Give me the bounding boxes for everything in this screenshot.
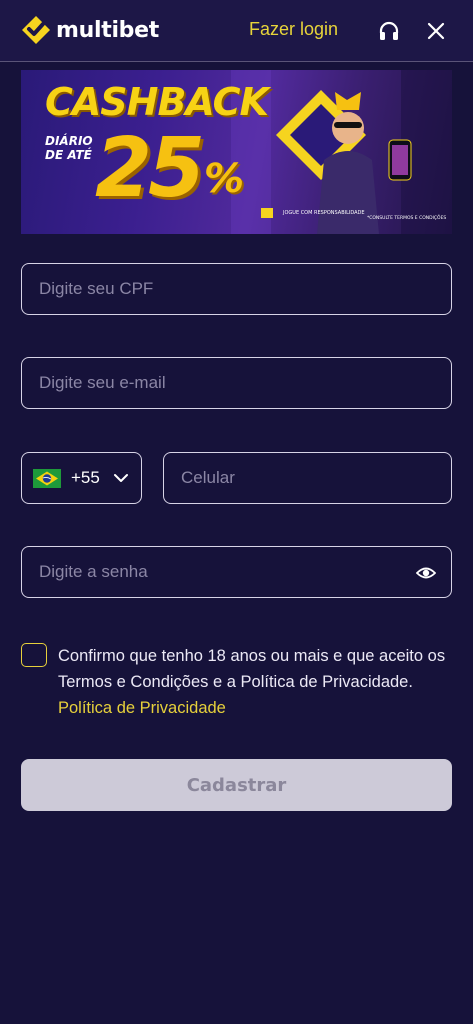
logo-text: multibet bbox=[56, 17, 159, 43]
login-link[interactable]: Fazer login bbox=[249, 19, 338, 40]
banner-responsibility-note: JOGUE COM RESPONSABILIDADE bbox=[283, 210, 365, 216]
phone-field[interactable] bbox=[163, 452, 452, 504]
register-button[interactable]: Cadastrar bbox=[21, 759, 452, 811]
logo-icon bbox=[22, 16, 50, 44]
top-bar: multibet Fazer login bbox=[0, 0, 473, 62]
cpf-input[interactable] bbox=[22, 264, 451, 314]
email-field[interactable] bbox=[21, 357, 452, 409]
country-code-select[interactable]: +55 bbox=[21, 452, 142, 504]
chevron-down-icon bbox=[113, 474, 128, 482]
cpf-field[interactable] bbox=[21, 263, 452, 315]
promo-banner[interactable]: CASHBACK DIÁRIO DE ATÉ 25 % JOGUE COM RE… bbox=[21, 70, 452, 234]
consent-text: Confirmo que tenho 18 anos ou mais e que… bbox=[58, 643, 458, 721]
banner-percent: 25 bbox=[95, 121, 205, 216]
brazil-flag-icon bbox=[33, 468, 61, 488]
brand-logo[interactable]: multibet bbox=[20, 14, 159, 46]
banner-headline: CASHBACK bbox=[45, 80, 269, 124]
privacy-policy-link[interactable]: Política de Privacidade bbox=[58, 699, 226, 717]
password-field[interactable] bbox=[21, 546, 452, 598]
banner-percent-sign: % bbox=[204, 156, 245, 202]
headset-icon[interactable] bbox=[377, 19, 401, 43]
eye-icon[interactable] bbox=[416, 563, 436, 583]
banner-terms-note: *CONSULTE TERMOS E CONDIÇÕES bbox=[367, 216, 447, 221]
phone-input[interactable] bbox=[164, 453, 451, 503]
password-input[interactable] bbox=[22, 547, 451, 597]
country-code-value: +55 bbox=[71, 468, 100, 487]
age-terms-checkbox[interactable] bbox=[21, 643, 47, 667]
consent-statement: Confirmo que tenho 18 anos ou mais e que… bbox=[58, 647, 446, 691]
banner-subline: DIÁRIO DE ATÉ bbox=[45, 134, 93, 162]
close-icon[interactable] bbox=[425, 20, 447, 42]
email-input[interactable] bbox=[22, 358, 451, 408]
